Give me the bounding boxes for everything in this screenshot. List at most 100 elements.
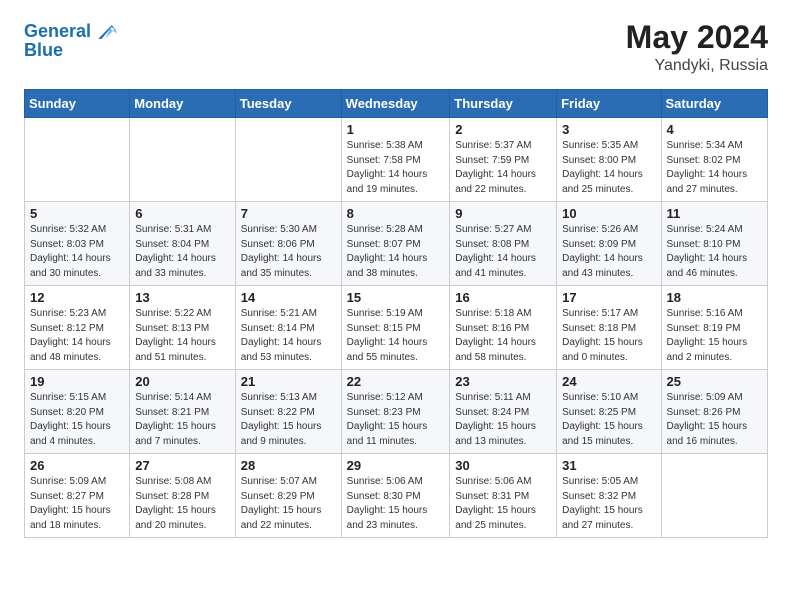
day-info: Sunrise: 5:35 AM Sunset: 8:00 PM Dayligh… bbox=[562, 139, 655, 197]
day-info: Sunrise: 5:30 AM Sunset: 8:06 PM Dayligh… bbox=[241, 223, 336, 281]
day-number: 15 bbox=[347, 290, 445, 305]
day-info: Sunrise: 5:08 AM Sunset: 8:28 PM Dayligh… bbox=[135, 475, 230, 533]
day-number: 17 bbox=[562, 290, 655, 305]
calendar-cell: 20Sunrise: 5:14 AM Sunset: 8:21 PM Dayli… bbox=[130, 370, 236, 454]
day-number: 24 bbox=[562, 374, 655, 389]
logo-text: General bbox=[24, 22, 91, 42]
day-number: 23 bbox=[455, 374, 551, 389]
day-number: 11 bbox=[667, 206, 762, 221]
calendar-header-wednesday: Wednesday bbox=[341, 90, 450, 118]
day-info: Sunrise: 5:13 AM Sunset: 8:22 PM Dayligh… bbox=[241, 391, 336, 449]
day-number: 22 bbox=[347, 374, 445, 389]
logo-icon bbox=[93, 20, 117, 44]
calendar-cell: 23Sunrise: 5:11 AM Sunset: 8:24 PM Dayli… bbox=[450, 370, 557, 454]
calendar-cell: 11 Sunrise: 5:24 AM Sunset: 8:10 PM Dayli… bbox=[661, 202, 767, 286]
calendar-header-row: SundayMondayTuesdayWednesdayThursdayFrid… bbox=[25, 90, 768, 118]
calendar-cell: 26 Sunrise: 5:09 AM Sunset: 8:27 PM Dayli… bbox=[25, 454, 130, 538]
page: General Blue May 2024 Yandyki, Russia Su… bbox=[0, 0, 792, 558]
calendar-cell: 5 Sunrise: 5:32 AM Sunset: 8:03 PM Daylig… bbox=[25, 202, 130, 286]
logo: General Blue bbox=[24, 20, 117, 61]
day-number: 25 bbox=[667, 374, 762, 389]
day-info: Sunrise: 5:31 AM Sunset: 8:04 PM Dayligh… bbox=[135, 223, 230, 281]
calendar-cell: 8 Sunrise: 5:28 AM Sunset: 8:07 PM Daylig… bbox=[341, 202, 450, 286]
calendar-header-saturday: Saturday bbox=[661, 90, 767, 118]
day-info: Sunrise: 5:09 AM Sunset: 8:27 PM Dayligh… bbox=[30, 475, 124, 533]
calendar-week-4: 19Sunrise: 5:15 AM Sunset: 8:20 PM Dayli… bbox=[25, 370, 768, 454]
day-info: Sunrise: 5:38 AM Sunset: 7:58 PM Dayligh… bbox=[347, 139, 445, 197]
day-number: 5 bbox=[30, 206, 124, 221]
calendar-cell: 24 Sunrise: 5:10 AM Sunset: 8:25 PM Dayli… bbox=[557, 370, 661, 454]
calendar-table: SundayMondayTuesdayWednesdayThursdayFrid… bbox=[24, 89, 768, 538]
calendar-cell: 16Sunrise: 5:18 AM Sunset: 8:16 PM Dayli… bbox=[450, 286, 557, 370]
calendar-cell bbox=[661, 454, 767, 538]
title-location: Yandyki, Russia bbox=[626, 57, 768, 75]
calendar-header-tuesday: Tuesday bbox=[235, 90, 341, 118]
day-number: 13 bbox=[135, 290, 230, 305]
calendar-cell bbox=[25, 118, 130, 202]
day-number: 31 bbox=[562, 458, 655, 473]
calendar-header-friday: Friday bbox=[557, 90, 661, 118]
day-info: Sunrise: 5:23 AM Sunset: 8:12 PM Dayligh… bbox=[30, 307, 124, 365]
day-info: Sunrise: 5:05 AM Sunset: 8:32 PM Dayligh… bbox=[562, 475, 655, 533]
calendar-cell: 1Sunrise: 5:38 AM Sunset: 7:58 PM Daylig… bbox=[341, 118, 450, 202]
day-number: 19 bbox=[30, 374, 124, 389]
calendar-week-3: 12 Sunrise: 5:23 AM Sunset: 8:12 PM Dayli… bbox=[25, 286, 768, 370]
day-info: Sunrise: 5:16 AM Sunset: 8:19 PM Dayligh… bbox=[667, 307, 762, 365]
day-info: Sunrise: 5:06 AM Sunset: 8:30 PM Dayligh… bbox=[347, 475, 445, 533]
day-info: Sunrise: 5:19 AM Sunset: 8:15 PM Dayligh… bbox=[347, 307, 445, 365]
calendar-cell: 30Sunrise: 5:06 AM Sunset: 8:31 PM Dayli… bbox=[450, 454, 557, 538]
day-info: Sunrise: 5:07 AM Sunset: 8:29 PM Dayligh… bbox=[241, 475, 336, 533]
day-number: 29 bbox=[347, 458, 445, 473]
day-number: 2 bbox=[455, 122, 551, 137]
calendar-week-1: 1Sunrise: 5:38 AM Sunset: 7:58 PM Daylig… bbox=[25, 118, 768, 202]
day-number: 10 bbox=[562, 206, 655, 221]
day-number: 12 bbox=[30, 290, 124, 305]
calendar-cell: 22 Sunrise: 5:12 AM Sunset: 8:23 PM Dayli… bbox=[341, 370, 450, 454]
day-number: 26 bbox=[30, 458, 124, 473]
calendar-cell: 9Sunrise: 5:27 AM Sunset: 8:08 PM Daylig… bbox=[450, 202, 557, 286]
day-number: 6 bbox=[135, 206, 230, 221]
calendar-cell: 10 Sunrise: 5:26 AM Sunset: 8:09 PM Dayli… bbox=[557, 202, 661, 286]
day-info: Sunrise: 5:09 AM Sunset: 8:26 PM Dayligh… bbox=[667, 391, 762, 449]
day-number: 4 bbox=[667, 122, 762, 137]
day-number: 21 bbox=[241, 374, 336, 389]
day-info: Sunrise: 5:37 AM Sunset: 7:59 PM Dayligh… bbox=[455, 139, 551, 197]
day-info: Sunrise: 5:18 AM Sunset: 8:16 PM Dayligh… bbox=[455, 307, 551, 365]
day-number: 27 bbox=[135, 458, 230, 473]
calendar-cell: 19Sunrise: 5:15 AM Sunset: 8:20 PM Dayli… bbox=[25, 370, 130, 454]
day-number: 30 bbox=[455, 458, 551, 473]
calendar-cell: 2 Sunrise: 5:37 AM Sunset: 7:59 PM Daylig… bbox=[450, 118, 557, 202]
day-info: Sunrise: 5:28 AM Sunset: 8:07 PM Dayligh… bbox=[347, 223, 445, 281]
day-info: Sunrise: 5:32 AM Sunset: 8:03 PM Dayligh… bbox=[30, 223, 124, 281]
day-number: 7 bbox=[241, 206, 336, 221]
title-block: May 2024 Yandyki, Russia bbox=[626, 20, 768, 75]
day-number: 8 bbox=[347, 206, 445, 221]
day-number: 18 bbox=[667, 290, 762, 305]
day-info: Sunrise: 5:24 AM Sunset: 8:10 PM Dayligh… bbox=[667, 223, 762, 281]
calendar-header-monday: Monday bbox=[130, 90, 236, 118]
day-info: Sunrise: 5:14 AM Sunset: 8:21 PM Dayligh… bbox=[135, 391, 230, 449]
calendar-week-5: 26 Sunrise: 5:09 AM Sunset: 8:27 PM Dayli… bbox=[25, 454, 768, 538]
day-info: Sunrise: 5:17 AM Sunset: 8:18 PM Dayligh… bbox=[562, 307, 655, 365]
calendar-cell: 3Sunrise: 5:35 AM Sunset: 8:00 PM Daylig… bbox=[557, 118, 661, 202]
calendar-cell: 12 Sunrise: 5:23 AM Sunset: 8:12 PM Dayli… bbox=[25, 286, 130, 370]
calendar-cell: 25 Sunrise: 5:09 AM Sunset: 8:26 PM Dayli… bbox=[661, 370, 767, 454]
calendar-cell: 15 Sunrise: 5:19 AM Sunset: 8:15 PM Dayli… bbox=[341, 286, 450, 370]
calendar-cell bbox=[130, 118, 236, 202]
day-info: Sunrise: 5:12 AM Sunset: 8:23 PM Dayligh… bbox=[347, 391, 445, 449]
calendar-cell: 28 Sunrise: 5:07 AM Sunset: 8:29 PM Dayli… bbox=[235, 454, 341, 538]
header: General Blue May 2024 Yandyki, Russia bbox=[24, 20, 768, 75]
calendar-week-2: 5 Sunrise: 5:32 AM Sunset: 8:03 PM Daylig… bbox=[25, 202, 768, 286]
calendar-cell: 14Sunrise: 5:21 AM Sunset: 8:14 PM Dayli… bbox=[235, 286, 341, 370]
title-month: May 2024 bbox=[626, 20, 768, 55]
day-number: 28 bbox=[241, 458, 336, 473]
calendar-cell: 4Sunrise: 5:34 AM Sunset: 8:02 PM Daylig… bbox=[661, 118, 767, 202]
day-info: Sunrise: 5:10 AM Sunset: 8:25 PM Dayligh… bbox=[562, 391, 655, 449]
calendar-header-thursday: Thursday bbox=[450, 90, 557, 118]
calendar-cell: 29 Sunrise: 5:06 AM Sunset: 8:30 PM Dayli… bbox=[341, 454, 450, 538]
calendar-cell: 18 Sunrise: 5:16 AM Sunset: 8:19 PM Dayli… bbox=[661, 286, 767, 370]
day-info: Sunrise: 5:26 AM Sunset: 8:09 PM Dayligh… bbox=[562, 223, 655, 281]
calendar-cell: 17 Sunrise: 5:17 AM Sunset: 8:18 PM Dayli… bbox=[557, 286, 661, 370]
calendar-cell: 27 Sunrise: 5:08 AM Sunset: 8:28 PM Dayli… bbox=[130, 454, 236, 538]
day-info: Sunrise: 5:22 AM Sunset: 8:13 PM Dayligh… bbox=[135, 307, 230, 365]
